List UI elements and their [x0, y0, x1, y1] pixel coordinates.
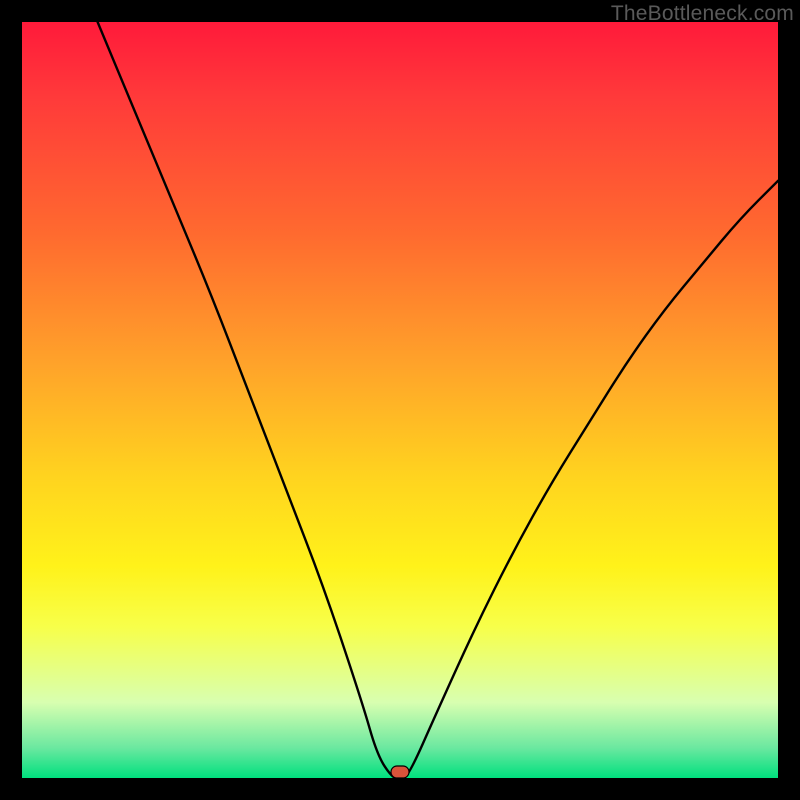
gradient-panel — [22, 22, 778, 778]
watermark-text: TheBottleneck.com — [611, 2, 794, 26]
chart-stage: TheBottleneck.com — [0, 0, 800, 800]
